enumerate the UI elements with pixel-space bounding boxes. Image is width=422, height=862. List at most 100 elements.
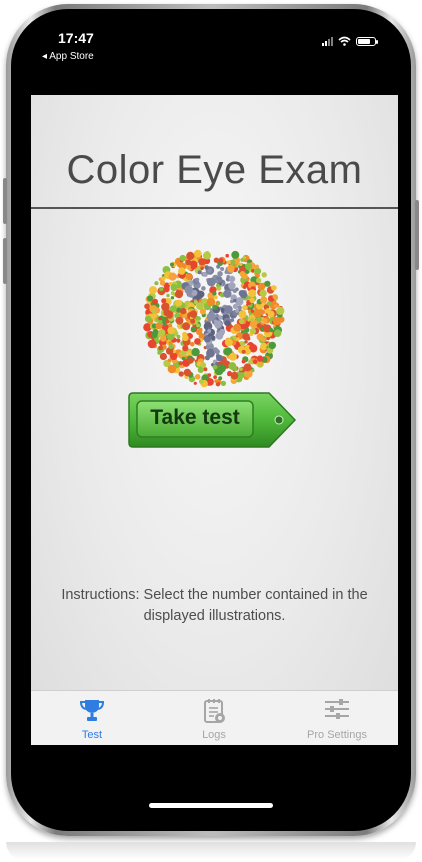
plate-dot (271, 285, 277, 291)
plate-dot (272, 316, 282, 326)
plate-dot (158, 345, 164, 351)
plate-dot (241, 359, 246, 364)
plate-dot (169, 305, 177, 312)
plate-dot (193, 381, 197, 385)
plate-dot (260, 296, 268, 304)
plate-dot (167, 364, 177, 374)
plate-dot (238, 372, 245, 379)
plate-dot (182, 334, 189, 342)
plate-dot (200, 362, 207, 368)
tab-pro-settings-label: Pro Settings (307, 729, 367, 741)
battery-icon (356, 36, 378, 46)
cellular-signal-icon (322, 36, 333, 46)
plate-dot (185, 259, 192, 266)
plate-dot (228, 275, 236, 283)
plate-dot (224, 320, 231, 327)
plate-dot (274, 304, 278, 308)
plate-dot (196, 290, 204, 299)
phone-reflection (6, 842, 416, 860)
plate-dot (186, 251, 195, 260)
plate-dot (239, 367, 243, 371)
plate-dot (249, 328, 255, 334)
plate-dot (194, 338, 201, 345)
plate-dot (190, 327, 196, 333)
plate-dot (242, 332, 250, 341)
plate-dot (190, 341, 195, 347)
plate-dot (276, 306, 285, 315)
tab-logs-label: Logs (202, 729, 226, 741)
plate-dot (200, 266, 204, 270)
back-to-app-store-link[interactable]: ◂ App Store (42, 51, 94, 62)
plate-dot (158, 316, 162, 321)
plate-dot (228, 352, 237, 361)
plate-dot (241, 272, 248, 280)
plate-dot (261, 272, 267, 278)
plate-dot (236, 337, 240, 341)
plate-dot (179, 254, 186, 262)
plate-dot (194, 374, 201, 380)
power-button (415, 200, 419, 270)
plate-dot (213, 375, 217, 379)
plate-dot (167, 358, 172, 362)
tab-logs[interactable]: Logs (153, 691, 275, 745)
plate-dot (208, 333, 212, 337)
plate-dot (157, 350, 162, 355)
plate-dot (228, 282, 236, 290)
plate-dot (232, 303, 238, 309)
plate-dot (207, 277, 216, 287)
plate-dot (255, 277, 262, 284)
plate-dot (183, 368, 192, 377)
plate-dot (238, 318, 245, 325)
plate-dot (164, 319, 170, 324)
plate-dot (213, 347, 218, 352)
plate-dot (214, 320, 222, 329)
plate-dot (233, 298, 237, 303)
plate-dot (264, 280, 271, 287)
plate-dot (225, 253, 229, 258)
plate-dot (201, 286, 206, 291)
home-indicator[interactable] (149, 803, 273, 808)
plate-dot (213, 295, 218, 300)
plate-dot (213, 257, 220, 263)
plate-dot (243, 363, 252, 372)
plate-dot (239, 291, 248, 299)
plate-dot (168, 272, 177, 281)
plate-dot (257, 282, 266, 291)
plate-dot (189, 310, 198, 318)
plate-dot (219, 328, 225, 335)
plate-dot (195, 277, 200, 282)
plate-dot (176, 334, 181, 339)
plate-dot (170, 284, 178, 291)
take-test-label: Take test (150, 406, 240, 429)
plate-dot (187, 265, 191, 269)
plate-dot (166, 293, 170, 298)
plate-dot (262, 318, 268, 324)
plate-dot (242, 256, 247, 260)
volume-button (3, 238, 7, 284)
plate-dot (176, 338, 181, 343)
take-test-button[interactable]: Take test (127, 389, 299, 451)
tab-pro-settings[interactable]: Pro Settings (276, 691, 398, 745)
trophy-icon (79, 700, 105, 721)
plate-dot (220, 267, 225, 271)
plate-dot (170, 291, 175, 296)
plate-dot (159, 280, 166, 286)
plate-dot (168, 344, 174, 350)
sliders-icon (325, 699, 349, 719)
app-screen: Color Eye Exam Take test Instructions: S… (31, 95, 398, 745)
plate-dot (157, 329, 166, 337)
plate-dot (228, 362, 237, 370)
plate-dot (223, 289, 232, 298)
plate-dot (220, 380, 226, 386)
instructions-text: Instructions: Select the number containe… (61, 587, 368, 624)
wifi-icon (338, 36, 351, 46)
plate-dot (250, 318, 255, 322)
plate-dot (253, 310, 262, 318)
tab-test[interactable]: Test (31, 691, 153, 745)
plate-dot (256, 355, 264, 362)
tab-test-label: Test (81, 729, 103, 741)
plate-dot (218, 376, 223, 381)
plate-dot (218, 315, 223, 320)
logs-icon (204, 699, 225, 723)
plate-dot (198, 327, 203, 332)
